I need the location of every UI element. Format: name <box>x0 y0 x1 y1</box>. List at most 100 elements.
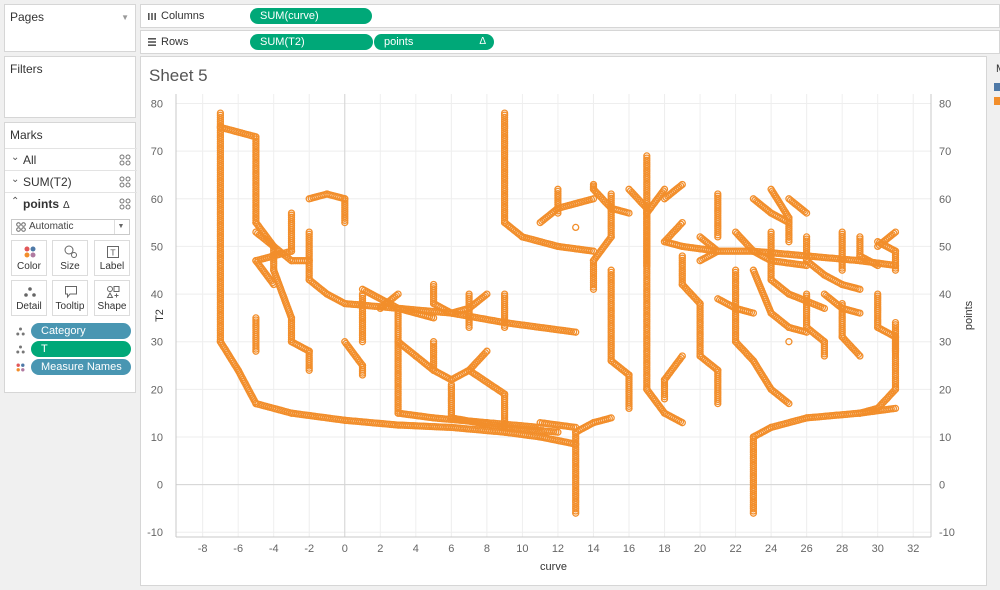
y2-tick-label: 80 <box>939 99 951 111</box>
detail-dots-icon <box>16 327 25 336</box>
columns-shelf[interactable]: Columns SUM(curve) <box>140 4 1000 28</box>
marks-title: Marks <box>10 128 43 142</box>
chevron-down-icon[interactable]: ⌄ <box>11 174 19 185</box>
scatter-chart[interactable]: -8 -6 -4 -2 0 2 4 6 8 10 12 14 16 18 20 22 24 26 28 30 32-10… <box>141 57 988 587</box>
y2-tick-label: 0 <box>939 480 945 492</box>
legend-swatch-orange[interactable] <box>994 97 1000 105</box>
field-pill-category[interactable]: Category <box>31 323 131 339</box>
rows-label: Rows <box>161 36 189 48</box>
tooltip-label: Tooltip <box>55 301 85 312</box>
detail-dots-icon <box>24 287 36 297</box>
data-point[interactable] <box>572 223 580 232</box>
x-tick-label: 32 <box>907 543 919 555</box>
x-tick-label: 28 <box>836 543 848 555</box>
filters-title: Filters <box>10 62 43 76</box>
pages-title: Pages <box>10 10 45 24</box>
x-tick-label: 10 <box>516 543 528 555</box>
x-axis-title: curve <box>540 561 567 573</box>
field-pill-measure-names[interactable]: Measure Names <box>31 359 131 375</box>
rows-icon <box>148 38 156 46</box>
y2-tick-label: 40 <box>939 289 951 301</box>
shape-button[interactable]: Shape <box>94 280 130 316</box>
label-button[interactable]: T Label <box>94 240 130 276</box>
y-tick-label: -10 <box>147 527 163 539</box>
y2-tick-label: 70 <box>939 146 951 158</box>
sheet-view: Sheet 5 -8 -6 -4 -2 0 2 4 6 8 10 12 14 16 18 20 22 24 26 2… <box>140 56 987 586</box>
y-tick-label: 0 <box>157 480 163 492</box>
x-tick-label: -4 <box>269 543 279 555</box>
y-axis-title: T2 <box>154 309 166 322</box>
delta-icon: Δ <box>479 36 486 47</box>
y-tick-label: 10 <box>151 432 163 444</box>
shape-label: Shape <box>97 301 127 312</box>
rows-shelf[interactable]: Rows SUM(T2) points Δ <box>140 30 1000 54</box>
x-tick-label: 4 <box>413 543 419 555</box>
marks-row-label: points <box>23 197 59 211</box>
marks-row-sum-t2[interactable]: ⌄ SUM(T2) <box>5 170 137 192</box>
y2-tick-label: 20 <box>939 384 951 396</box>
columns-icon <box>148 13 156 20</box>
mark-type-dots-icon <box>119 154 131 166</box>
x-tick-label: 0 <box>342 543 348 555</box>
marks-row-all[interactable]: ⌄ All <box>5 148 137 170</box>
x-tick-label: 6 <box>448 543 454 555</box>
marks-row-label: SUM(T2) <box>23 175 72 189</box>
x-tick-label: -2 <box>304 543 314 555</box>
field-row-category: Category <box>11 323 135 339</box>
legend-swatch-blue[interactable] <box>994 83 1000 91</box>
marks-row-points[interactable]: ⌃ points Δ <box>5 192 137 214</box>
mark-type-dots-icon <box>119 198 131 210</box>
chevron-down-icon[interactable]: ▼ <box>114 220 127 234</box>
y-tick-label: 30 <box>151 337 163 349</box>
rows-pill-points-label: points <box>384 36 414 48</box>
color-button[interactable]: Color <box>11 240 47 276</box>
x-tick-label: -8 <box>198 543 208 555</box>
mark-type-dropdown[interactable]: Automatic ▼ <box>11 219 130 235</box>
color-dots-icon <box>24 246 36 258</box>
y-tick-label: 60 <box>151 194 163 206</box>
detail-label: Detail <box>16 301 42 312</box>
size-label: Size <box>60 261 80 272</box>
x-tick-label: 8 <box>484 543 490 555</box>
x-tick-label: -6 <box>233 543 243 555</box>
shape-icon <box>106 286 120 298</box>
color-dots-icon <box>16 363 25 372</box>
y-tick-label: 50 <box>151 241 163 253</box>
mark-type-dots-icon <box>119 176 131 188</box>
marks-row-label: All <box>23 153 37 167</box>
size-button[interactable]: Size <box>52 240 88 276</box>
size-icon <box>64 245 77 258</box>
mark-type-value: Automatic <box>29 221 74 232</box>
tooltip-button[interactable]: Tooltip <box>52 280 88 316</box>
rows-pill-sum-t2[interactable]: SUM(T2) <box>250 34 373 50</box>
field-row-measure-names: Measure Names <box>11 359 135 375</box>
columns-pill-sum-curve[interactable]: SUM(curve) <box>250 8 372 24</box>
chevron-down-icon[interactable]: ⌄ <box>11 152 19 163</box>
delta-icon: Δ <box>63 200 70 211</box>
filters-card[interactable]: Filters <box>4 56 136 118</box>
mark-type-dots-icon <box>16 222 26 232</box>
rows-pill-points[interactable]: points Δ <box>373 34 494 50</box>
y-tick-label: 80 <box>151 99 163 111</box>
marks-row-label-wrap: points Δ <box>23 197 70 211</box>
y2-axis-title: points <box>963 300 975 330</box>
marks-card: Marks ⌄ All ⌄ SUM(T2) ⌃ points Δ Automati… <box>4 122 137 393</box>
x-tick-label: 18 <box>658 543 670 555</box>
y2-tick-label: 60 <box>939 194 951 206</box>
y2-tick-label: -10 <box>939 527 955 539</box>
y-tick-label: 20 <box>151 384 163 396</box>
svg-text:T: T <box>110 249 116 258</box>
y2-tick-label: 50 <box>939 241 951 253</box>
tooltip-icon <box>65 286 77 299</box>
x-tick-label: 14 <box>587 543 599 555</box>
y2-tick-label: 10 <box>939 432 951 444</box>
field-pill-t[interactable]: T <box>31 341 131 357</box>
legend-panel: M <box>990 56 1000 136</box>
y-tick-label: 40 <box>151 289 163 301</box>
chevron-down-icon[interactable]: ▼ <box>121 13 129 22</box>
x-tick-label: 2 <box>377 543 383 555</box>
detail-button[interactable]: Detail <box>11 280 47 316</box>
chevron-up-icon[interactable]: ⌃ <box>11 196 19 207</box>
x-tick-label: 20 <box>694 543 706 555</box>
pages-card: Pages ▼ <box>4 4 136 52</box>
